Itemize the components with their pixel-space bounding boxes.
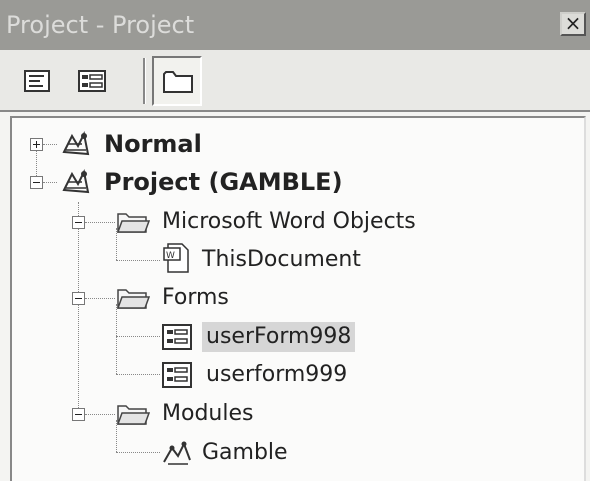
collapse-word-objects-toggle[interactable] (72, 216, 85, 229)
tree-line (36, 150, 37, 176)
folder-icon (163, 71, 193, 93)
tree-item-normal[interactable]: Normal (104, 129, 202, 159)
collapse-project-toggle[interactable] (30, 176, 43, 189)
close-button[interactable]: × (560, 12, 586, 36)
word-document-icon: W (163, 243, 189, 273)
tree-item-userform999[interactable]: userform999 (206, 360, 347, 390)
toggle-folders-button[interactable] (152, 56, 202, 106)
tree-item-project[interactable]: Project (GAMBLE) (104, 167, 343, 197)
tree-line (85, 222, 115, 223)
tree-line (116, 452, 160, 453)
vba-project-icon (62, 130, 90, 156)
collapse-forms-toggle[interactable] (72, 292, 85, 305)
tree-line (78, 202, 79, 416)
project-toolbar (0, 50, 590, 112)
tree-item-word-objects[interactable]: Microsoft Word Objects (162, 207, 416, 237)
view-code-button[interactable] (18, 62, 58, 100)
userform-icon (162, 324, 192, 350)
toolbar-separator (143, 58, 146, 104)
tree-item-forms[interactable]: Forms (162, 283, 229, 313)
tree-line (43, 182, 57, 183)
tree-line (85, 414, 115, 415)
tree-item-userform998[interactable]: userForm998 (202, 322, 356, 352)
tree-item-modules[interactable]: Modules (162, 399, 253, 429)
vba-project-icon (62, 168, 90, 194)
expand-normal-toggle[interactable] (30, 138, 43, 151)
tree-line (116, 336, 160, 337)
view-code-icon (24, 70, 50, 92)
open-folder-icon (116, 289, 150, 309)
open-folder-icon (116, 213, 150, 233)
view-object-button[interactable] (72, 62, 112, 100)
tree-line (116, 304, 117, 374)
close-icon: × (564, 11, 582, 35)
tree-item-gamble[interactable]: Gamble (202, 438, 288, 468)
tree-line (116, 260, 160, 261)
collapse-modules-toggle[interactable] (72, 408, 85, 421)
userform-icon (162, 362, 192, 388)
module-icon (163, 441, 191, 465)
open-folder-icon (116, 405, 150, 425)
project-tree: Normal Project (GAMBLE) Microsoft Word O… (10, 116, 586, 481)
tree-line (116, 374, 160, 375)
tree-line (43, 144, 57, 145)
window-title: Project - Project (6, 11, 195, 39)
svg-text:W: W (166, 251, 175, 261)
view-object-icon (78, 70, 106, 92)
tree-line (85, 298, 115, 299)
title-bar: Project - Project × (0, 0, 590, 50)
tree-item-this-document[interactable]: ThisDocument (202, 245, 361, 275)
